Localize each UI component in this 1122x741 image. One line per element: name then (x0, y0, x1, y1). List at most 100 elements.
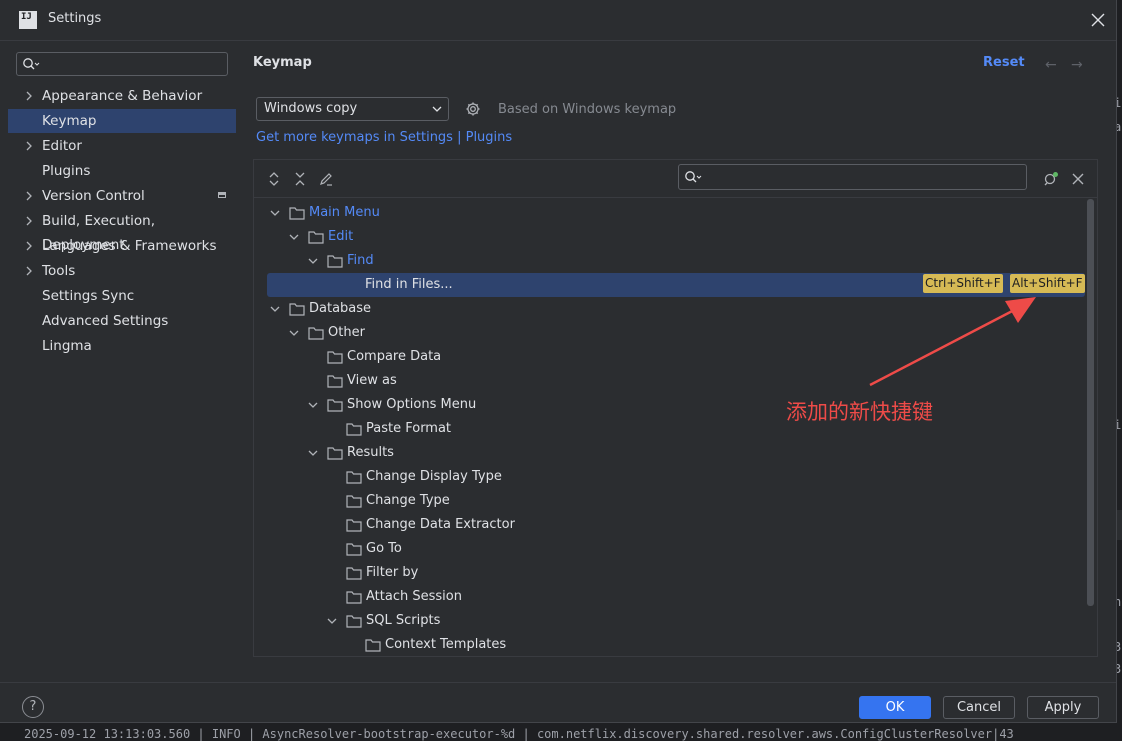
folder-icon (327, 375, 343, 388)
back-arrow-icon[interactable]: ← (1045, 57, 1061, 73)
tree-node-label: Context Templates (385, 637, 507, 652)
sidebar-item-label: Plugins (42, 163, 91, 179)
sidebar-item-label: Languages & Frameworks (42, 238, 217, 254)
chevron-right-icon (26, 191, 32, 201)
folder-icon (346, 471, 362, 484)
sidebar-item-settings-sync[interactable]: Settings Sync (8, 284, 236, 308)
page-title: Keymap (253, 55, 312, 70)
settings-dialog: IJ Settings Appearance & Behavior Keymap… (0, 0, 1117, 723)
tree-node-label: Database (309, 301, 372, 316)
tree-node-change-data-extractor[interactable]: Change Data Extractor (267, 513, 1085, 537)
chevron-down-icon (289, 234, 299, 240)
tree-node-label: Compare Data (347, 349, 442, 364)
keymap-select-value: Windows copy (264, 101, 358, 116)
tree-node-label: Attach Session (366, 589, 462, 604)
tree-node-label: Change Display Type (366, 469, 502, 484)
sidebar-item-label: Keymap (42, 113, 97, 129)
sidebar-item-editor[interactable]: Editor (8, 134, 236, 158)
tree-node-go-to[interactable]: Go To (267, 537, 1085, 561)
tree-node-label: Paste Format (366, 421, 452, 436)
keymap-select[interactable]: Windows copy (256, 97, 449, 121)
keymap-tree: Main Menu Edit Find Find in Files... Ctr… (253, 197, 1098, 657)
folder-icon (346, 519, 362, 532)
tree-node-paste-format[interactable]: Paste Format (267, 417, 1085, 441)
tree-node-change-type[interactable]: Change Type (267, 489, 1085, 513)
chevron-down-icon (432, 106, 442, 112)
tree-node-find[interactable]: Find (267, 249, 1085, 273)
close-icon[interactable] (1088, 10, 1108, 30)
chevron-right-icon (26, 241, 32, 251)
tree-node-label: Change Type (366, 493, 450, 508)
gear-icon[interactable] (465, 101, 481, 117)
sidebar-item-languages[interactable]: Languages & Frameworks (8, 234, 236, 258)
folder-icon (346, 423, 362, 436)
folder-icon (346, 615, 362, 628)
find-by-shortcut-icon[interactable] (1043, 171, 1059, 187)
cancel-button[interactable]: Cancel (943, 696, 1015, 719)
sidebar-item-label: Lingma (42, 338, 92, 354)
folder-icon (327, 399, 343, 412)
sidebar-item-label: Settings Sync (42, 288, 135, 304)
window-title: Settings (48, 11, 102, 26)
tree-node-change-display-type[interactable]: Change Display Type (267, 465, 1085, 489)
folder-icon (346, 543, 362, 556)
chevron-right-icon (26, 216, 32, 226)
tree-node-results[interactable]: Results (267, 441, 1085, 465)
tree-node-label: View as (347, 373, 397, 388)
folder-icon (327, 255, 343, 268)
tree-node-filter-by[interactable]: Filter by (267, 561, 1085, 585)
tree-node-label: Go To (366, 541, 402, 556)
clear-filter-icon[interactable] (1070, 171, 1086, 187)
tree-node-context-templates[interactable]: Context Templates (267, 633, 1085, 656)
chevron-down-icon (308, 402, 318, 408)
chevron-right-icon (26, 91, 32, 101)
tree-node-main-menu[interactable]: Main Menu (267, 201, 1085, 225)
ide-log-line: 2025-09-12 13:13:03.560 | INFO | AsyncRe… (24, 727, 1014, 741)
project-level-icon (218, 192, 226, 198)
forward-arrow-icon[interactable]: → (1071, 57, 1087, 73)
intellij-app-icon: IJ (19, 11, 37, 29)
sidebar-item-appearance[interactable]: Appearance & Behavior (8, 84, 236, 108)
folder-icon (308, 327, 324, 340)
sidebar-item-label: Appearance & Behavior (42, 88, 203, 104)
tree-node-label: Edit (328, 229, 354, 244)
sidebar-item-label: Advanced Settings (42, 313, 169, 329)
tree-scrollbar[interactable] (1087, 199, 1094, 606)
tree-node-label: Change Data Extractor (366, 517, 515, 532)
chevron-down-icon (270, 210, 280, 216)
tree-node-show-options-menu[interactable]: Show Options Menu (267, 393, 1085, 417)
settings-search-input[interactable] (16, 52, 228, 76)
sidebar-item-lingma[interactable]: Lingma (8, 334, 236, 358)
tree-node-edit[interactable]: Edit (267, 225, 1085, 249)
title-bar: IJ Settings (0, 0, 1116, 41)
apply-button[interactable]: Apply (1027, 696, 1099, 719)
annotation-text: 添加的新快捷键 (786, 400, 933, 424)
chevron-right-icon (26, 266, 32, 276)
sidebar-item-version-control[interactable]: Version Control (8, 184, 236, 208)
more-keymaps-link[interactable]: Get more keymaps in Settings | Plugins (256, 130, 512, 145)
folder-icon (346, 591, 362, 604)
folder-icon (308, 231, 324, 244)
sidebar-item-advanced-settings[interactable]: Advanced Settings (8, 309, 236, 333)
tree-node-sql-scripts[interactable]: SQL Scripts (267, 609, 1085, 633)
tree-node-label: Find in Files... (365, 277, 453, 292)
sidebar-item-keymap[interactable]: Keymap (8, 109, 236, 133)
help-button[interactable]: ? (22, 696, 44, 718)
annotation-arrow-icon (869, 297, 1036, 387)
sidebar-item-plugins[interactable]: Plugins (8, 159, 236, 183)
folder-icon (289, 207, 305, 220)
expand-all-icon[interactable] (266, 171, 282, 187)
keymap-filter-input[interactable] (678, 164, 1027, 190)
tree-node-label: Results (347, 445, 394, 460)
sidebar-item-tools[interactable]: Tools (8, 259, 236, 283)
collapse-all-icon[interactable] (292, 171, 308, 187)
search-icon (23, 58, 40, 70)
tree-node-attach-session[interactable]: Attach Session (267, 585, 1085, 609)
sidebar-item-build[interactable]: Build, Execution, Deployment (8, 209, 236, 253)
edit-pencil-icon[interactable] (318, 171, 334, 187)
ok-button[interactable]: OK (859, 696, 931, 719)
chevron-down-icon (308, 450, 318, 456)
chevron-down-icon (270, 306, 280, 312)
folder-icon (289, 303, 305, 316)
reset-link[interactable]: Reset (983, 55, 1025, 70)
